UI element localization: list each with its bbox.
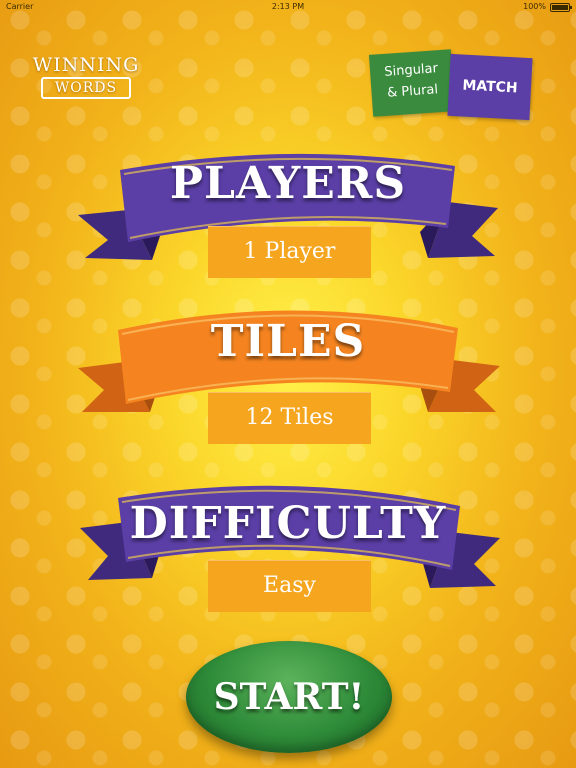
players-section: PLAYERS 1 Player [0, 150, 576, 285]
players-value: 1 Player [243, 239, 336, 264]
players-selector[interactable]: 1 Player [208, 226, 371, 278]
battery-percent: 100% [523, 2, 546, 11]
winning-words-logo: WINNING WORDS [26, 54, 146, 99]
logo-line-2: WORDS [40, 77, 132, 99]
battery-icon [550, 3, 572, 12]
status-time: 2:13 PM [271, 2, 305, 11]
start-button[interactable]: START! [186, 641, 392, 753]
start-label: START! [213, 676, 365, 718]
difficulty-selector[interactable]: Easy [208, 560, 371, 612]
tiles-title: TILES [210, 316, 366, 367]
tiles-value: 12 Tiles [245, 405, 334, 430]
difficulty-title: DIFFICULTY [129, 498, 447, 549]
singular-plural-tile: Singular & Plural [368, 49, 456, 117]
logo-line-1: WINNING [32, 54, 140, 76]
match-tile: MATCH [447, 53, 533, 121]
badge-line-2: & Plural [386, 82, 439, 101]
tiles-selector[interactable]: 12 Tiles [208, 392, 371, 444]
players-title: PLAYERS [169, 158, 407, 209]
tiles-section: TILES 12 Tiles [0, 300, 576, 450]
difficulty-section: DIFFICULTY Easy [0, 470, 576, 625]
game-title-badge: Singular & Plural MATCH [368, 49, 533, 121]
status-bar: Carrier 2:13 PM 100% [0, 0, 576, 14]
difficulty-value: Easy [263, 573, 316, 598]
